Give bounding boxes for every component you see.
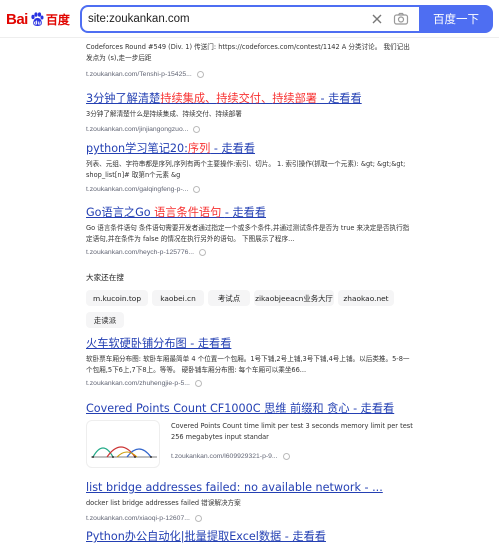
result-url[interactable]: t.zoukankan.com/galqingfeng-p-... [86,185,416,194]
result-url-text: t.zoukankan.com/Tenshi-p-15425... [86,71,192,78]
result-url-text: t.zoukankan.com/galqingfeng-p-... [86,186,189,194]
baidu-logo[interactable]: Bai du 百度 [6,9,70,29]
title-highlight: 持续集成 [160,92,206,105]
related-chip[interactable]: 走读派 [86,312,124,328]
search-button[interactable]: 百度一下 [419,5,493,33]
result-title[interactable]: Covered Points Count CF1000C 思维 前缀和 贪心 -… [86,401,416,416]
result-title[interactable]: Python办公自动化|批量提取Excel数据 - 走看看 [86,529,416,543]
result-abstract: docker list bridge addresses failed 错误解决… [86,499,241,507]
safety-icon [194,514,202,522]
related-chip[interactable]: 考试点 [208,290,250,306]
title-part: 走看看 [232,206,267,219]
result-abstract: 3分钟了解清楚什么是持续集成、持续交付、持续部署 [86,110,242,118]
result-title[interactable]: Go语言之Go 语言条件语句 - 走看看 [86,205,416,220]
related-searches-title: 大家还在搜 [86,273,124,282]
clear-icon[interactable] [370,12,384,26]
search-result: Python办公自动化|批量提取Excel数据 - 走看看 [86,529,416,543]
result-url-text: t.zoukankan.com/xiaoqi-p-12607... [86,514,190,522]
title-part: - [210,142,222,155]
safety-icon [194,380,202,388]
safety-icon [193,186,201,194]
title-highlight: 持续部署 [272,92,317,105]
title-highlight: 序列 [187,142,211,155]
result-thumbnail[interactable] [86,420,160,468]
title-part: - [316,92,329,105]
result-abstract: Covered Points Count time limit per test… [171,422,413,441]
paw-icon: du [31,12,44,27]
logo-text-bai: Bai [6,10,28,28]
result-url[interactable]: t.zoukankan.com/zhuhengjie-p-5... [86,379,416,388]
result-title[interactable]: 火车软硬卧铺分布图 - 走看看 [86,336,416,351]
result-abstract: Codeforces Round #549 (Div. 1) 传送门: http… [86,43,410,62]
search-result: python学习笔记20:序列 - 走看看 列表、元组、字符串都是序列,序列有两… [86,141,416,194]
svg-text:du: du [34,21,42,27]
safety-icon [282,453,290,460]
result-url-text: t.zoukankan.com/heych-p-125776... [86,249,195,257]
result-title[interactable]: list bridge addresses failed: no availab… [86,480,416,495]
title-highlight: 持续交付 [216,92,261,105]
result-abstract: 列表、元组、字符串都是序列,序列有两个主要操作:索引、切片。 1. 索引操作(抓… [86,160,406,179]
title-part: 走看看 [328,92,362,105]
title-highlight: 、 [205,92,217,105]
result-url-text: t.zoukankan.com/zhuhengjie-p-5... [86,380,190,388]
camera-icon[interactable] [393,11,409,27]
result-abstract: Go 语言条件语句 条件语句需要开发者通过指定一个或多个条件,并通过测试条件是否… [86,224,410,243]
result-url-text: t.zoukankan.com/jinjiangongzuo... [86,125,189,133]
result-url-text: t.zoukankan.com/l609929321-p-9... [171,453,278,460]
related-chip[interactable]: zikaobjeeacn业务大厅 [254,290,334,306]
safety-icon [193,125,201,133]
title-part: 走看看 [221,142,256,155]
result-title[interactable]: 3分钟了解清楚持续集成、持续交付、持续部署 - 走看看 [86,91,416,106]
title-highlight: 语言条件语句 [150,206,225,219]
search-result: 3分钟了解清楚持续集成、持续交付、持续部署 - 走看看 3分钟了解清楚什么是持续… [86,91,416,134]
safety-icon [196,71,204,78]
related-chip[interactable]: kaobei.cn [152,290,204,306]
safety-icon [199,249,207,257]
logo-text-du: 百度 [45,12,70,27]
search-input[interactable] [88,7,358,31]
result-url[interactable]: t.zoukankan.com/Tenshi-p-15425... [86,71,204,78]
search-result: Go语言之Go 语言条件语句 - 走看看 Go 语言条件语句 条件语句需要开发者… [86,205,416,257]
title-part: python学习笔记20: [86,142,188,155]
search-header: Bai du 百度 百度一下 [0,0,499,38]
title-part: 3分钟了解清楚 [86,92,161,105]
result-abstract: 软卧票车厢分布图: 软卧车厢最简单 4 个位置一个包厢。1号下铺,2号上铺,3号… [86,355,410,374]
arcs-diagram-image [91,446,157,458]
result-title[interactable]: python学习笔记20:序列 - 走看看 [86,141,416,156]
result-url[interactable]: t.zoukankan.com/xiaoqi-p-12607... [86,514,416,523]
search-result: list bridge addresses failed: no availab… [86,480,416,523]
result-url[interactable]: t.zoukankan.com/jinjiangongzuo... [86,125,416,134]
search-result: Covered Points Count CF1000C 思维 前缀和 贪心 -… [86,401,416,416]
related-chip[interactable]: zhaokao.net [338,290,394,306]
result-url[interactable]: t.zoukankan.com/l609929321-p-9... [171,452,290,461]
search-result: 火车软硬卧铺分布图 - 走看看 软卧票车厢分布图: 软卧车厢最简单 4 个位置一… [86,336,416,388]
title-highlight: 、 [260,92,273,105]
related-chip[interactable]: m.kucoin.top [86,290,148,306]
search-box [80,5,419,33]
title-part: Go语言之Go [86,206,151,219]
result-url[interactable]: t.zoukankan.com/heych-p-125776... [86,248,416,257]
